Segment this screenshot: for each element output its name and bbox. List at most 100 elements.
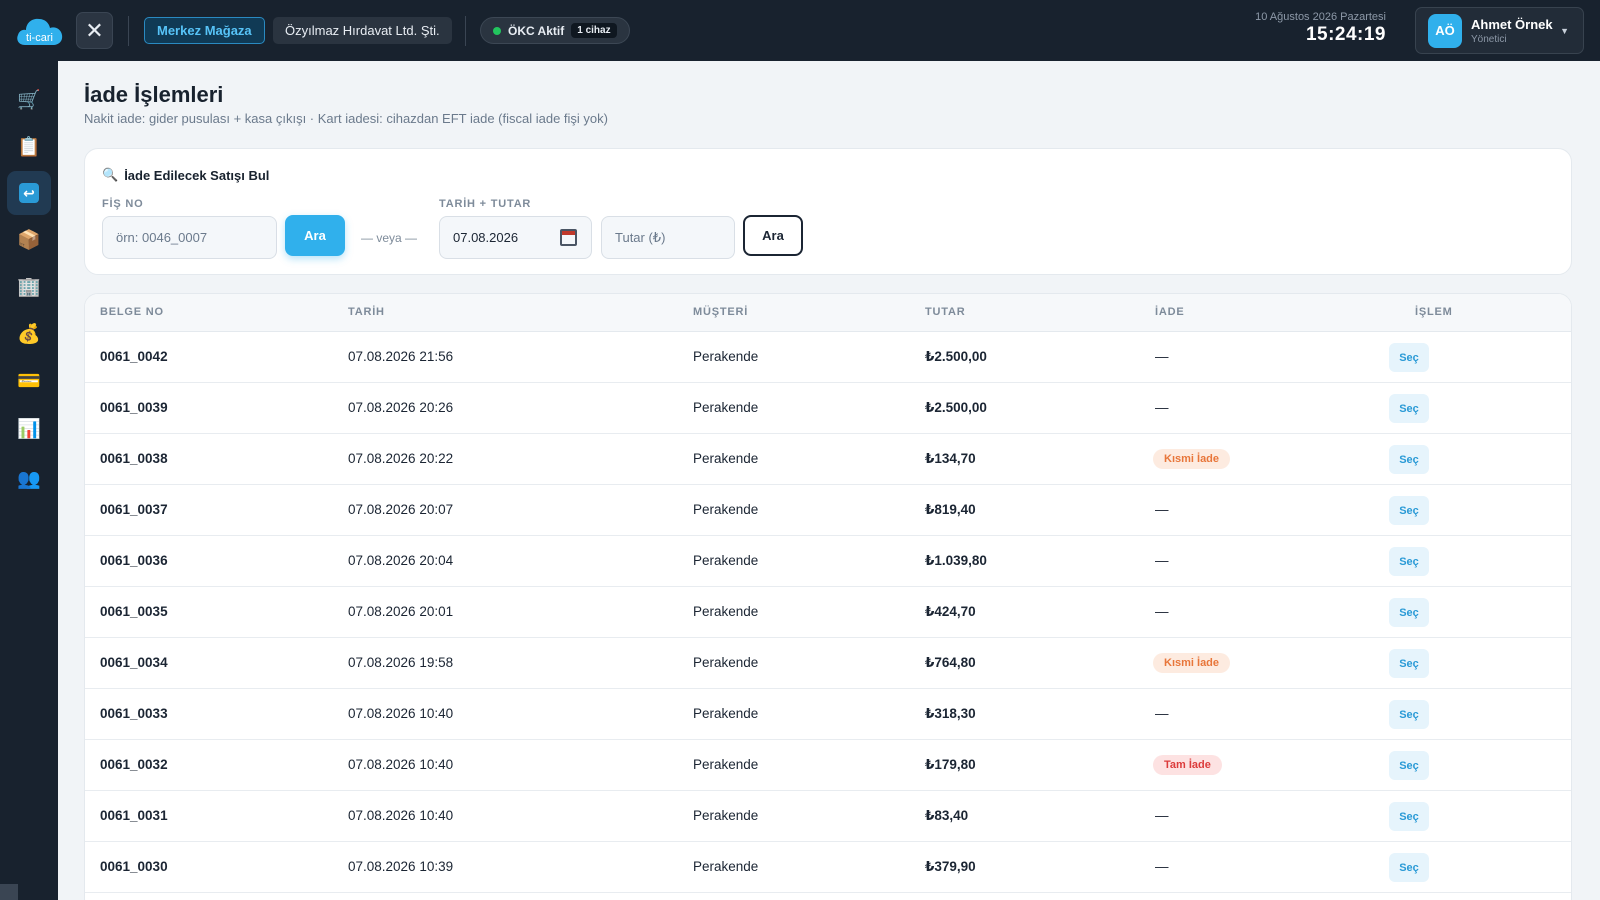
column-header-amount[interactable]: TUTAR: [925, 306, 965, 318]
table-row[interactable]: 0061_0030 07.08.2026 10:39 Perakende ₺379,9…: [85, 842, 1571, 893]
bar-chart-icon: 📊: [17, 419, 41, 440]
table-row[interactable]: 0061_0033 07.08.2026 10:40 Perakende ₺318,3…: [85, 689, 1571, 740]
amount-cell: ₺318,30: [925, 706, 976, 721]
date-cell: 07.08.2026 20:26: [348, 400, 454, 415]
search-heading-text: İade Edilecek Satışı Bul: [124, 167, 270, 183]
select-button[interactable]: Seç: [1389, 751, 1429, 780]
select-button[interactable]: Seç: [1389, 496, 1429, 525]
sidebar-item-payments[interactable]: 💳: [7, 359, 51, 403]
customer-cell: Perakende: [693, 400, 759, 415]
sidebar-item-cash[interactable]: 💰: [7, 312, 51, 356]
clipboard-icon: 📋: [17, 137, 41, 158]
doc-no-cell: 0061_0036: [100, 553, 168, 568]
refund-status-badge: Kısmi İade: [1153, 653, 1231, 673]
doc-no-cell: 0061_0034: [100, 655, 168, 670]
date-cell: 07.08.2026 10:40: [348, 757, 454, 772]
page-subtitle: Nakit iade: gider pusulası + kasa çıkışı…: [84, 111, 608, 126]
current-time: 15:24:19: [1305, 24, 1386, 45]
ti-cari-logo[interactable]: ti-cari: [15, 13, 64, 47]
select-button[interactable]: Seç: [1389, 547, 1429, 576]
table-row[interactable]: 0061_0036 07.08.2026 20:04 Perakende ₺1.039…: [85, 536, 1571, 587]
sidebar-item-reports[interactable]: 📊: [7, 407, 51, 451]
store-chip[interactable]: Merkez Mağaza: [144, 17, 265, 44]
receipt-no-input[interactable]: örn: 0046_0007: [102, 216, 277, 259]
select-button[interactable]: Seç: [1389, 700, 1429, 729]
refund-cell: —: [1155, 706, 1169, 721]
doc-no-cell: 0061_0039: [100, 400, 168, 415]
top-bar: ti-cari ✕ Merkez Mağaza Özyılmaz Hırdava…: [0, 0, 1600, 61]
date-input[interactable]: 07.08.2026: [439, 216, 592, 259]
caret-down-icon: ▼: [1560, 26, 1569, 36]
money-bag-icon: 💰: [17, 324, 41, 345]
select-button[interactable]: Seç: [1389, 598, 1429, 627]
amount-cell: ₺2.500,00: [925, 349, 987, 364]
date-cell: 07.08.2026 20:01: [348, 604, 454, 619]
column-header-doc-no[interactable]: BELGE NO: [100, 306, 164, 318]
table-row[interactable]: 0061_0032 07.08.2026 10:40 Perakende ₺179,8…: [85, 740, 1571, 791]
sidebar-item-users[interactable]: 👥: [7, 457, 51, 501]
table-row[interactable]: 0061_0042 07.08.2026 21:56 Perakende ₺2.500…: [85, 332, 1571, 383]
sidebar-scroll-handle[interactable]: [0, 884, 18, 900]
user-info: Ahmet Örnek Yönetici: [1471, 17, 1553, 45]
refund-cell: —: [1155, 349, 1169, 364]
select-button[interactable]: Seç: [1389, 445, 1429, 474]
user-menu[interactable]: AÖ Ahmet Örnek Yönetici ▼: [1415, 7, 1584, 54]
refund-cell: —: [1155, 604, 1169, 619]
refund-cell: —: [1155, 553, 1169, 568]
status-dot-icon: [493, 26, 501, 35]
refund-cell: —: [1155, 859, 1169, 874]
amount-cell: ₺764,80: [925, 655, 976, 670]
sidebar-item-products[interactable]: 📦: [7, 218, 51, 262]
table-row[interactable]: 0061_0037 07.08.2026 20:07 Perakende ₺819,4…: [85, 485, 1571, 536]
search-receipt-button[interactable]: Ara: [285, 215, 345, 256]
doc-no-cell: 0061_0032: [100, 757, 168, 772]
box-icon: 📦: [17, 230, 41, 251]
users-icon: 👥: [17, 469, 41, 490]
select-button[interactable]: Seç: [1389, 802, 1429, 831]
doc-no-cell: 0061_0037: [100, 502, 168, 517]
select-button[interactable]: Seç: [1389, 394, 1429, 423]
search-panel: 🔍 İade Edilecek Satışı Bul FİŞ NO örn: 0…: [84, 148, 1572, 275]
sidebar-item-companies[interactable]: 🏢: [7, 265, 51, 309]
table-row[interactable]: 0061_0039 07.08.2026 20:26 Perakende ₺2.500…: [85, 383, 1571, 434]
customer-cell: Perakende: [693, 604, 759, 619]
table-header: BELGE NO TARİH MÜŞTERİ TUTAR İADE İŞLEM: [85, 294, 1571, 332]
building-icon: 🏢: [17, 277, 41, 298]
select-button[interactable]: Seç: [1389, 853, 1429, 882]
search-date-amount-button[interactable]: Ara: [743, 215, 803, 256]
sidebar-item-returns[interactable]: ↩: [7, 171, 51, 215]
okc-status-chip[interactable]: ÖKC Aktif 1 cihaz: [480, 17, 630, 44]
select-button[interactable]: Seç: [1389, 343, 1429, 372]
close-button[interactable]: ✕: [76, 12, 113, 49]
date-cell: 07.08.2026 21:56: [348, 349, 454, 364]
amount-cell: ₺2.500,00: [925, 400, 987, 415]
amount-input[interactable]: Tutar (₺): [601, 216, 735, 259]
column-header-customer[interactable]: MÜŞTERİ: [693, 306, 748, 318]
datetime-block: 10 Ağustos 2026 Pazartesi 15:24:19: [1255, 11, 1386, 46]
amount-cell: ₺424,70: [925, 604, 976, 619]
sidebar-item-sales[interactable]: 🛒: [7, 78, 51, 122]
doc-no-cell: 0061_0030: [100, 859, 168, 874]
refund-cell: —: [1155, 808, 1169, 823]
cloud-logo-icon: ti-cari: [17, 18, 63, 45]
calendar-icon[interactable]: [560, 229, 577, 246]
table-row[interactable]: 0061_0035 07.08.2026 20:01 Perakende ₺424,7…: [85, 587, 1571, 638]
column-header-refund[interactable]: İADE: [1155, 306, 1184, 318]
doc-no-cell: 0061_0035: [100, 604, 168, 619]
select-button[interactable]: Seç: [1389, 649, 1429, 678]
company-chip[interactable]: Özyılmaz Hırdavat Ltd. Şti.: [273, 17, 452, 44]
date-cell: 07.08.2026 10:39: [348, 859, 454, 874]
credit-card-icon: 💳: [17, 371, 41, 392]
table-row[interactable]: 0061_0038 07.08.2026 20:22 Perakende ₺134,7…: [85, 434, 1571, 485]
amount-cell: ₺179,80: [925, 757, 976, 772]
customer-cell: Perakende: [693, 757, 759, 772]
customer-cell: Perakende: [693, 655, 759, 670]
doc-no-cell: 0061_0038: [100, 451, 168, 466]
column-header-date[interactable]: TARİH: [348, 306, 385, 318]
doc-no-cell: 0061_0033: [100, 706, 168, 721]
or-separator: — veya —: [361, 231, 418, 245]
table-row[interactable]: 0061_0034 07.08.2026 19:58 Perakende ₺764,8…: [85, 638, 1571, 689]
page-title: İade İşlemleri: [84, 82, 224, 107]
sidebar-item-documents[interactable]: 📋: [7, 125, 51, 169]
table-row[interactable]: 0061_0031 07.08.2026 10:40 Perakende ₺83,40…: [85, 791, 1571, 842]
